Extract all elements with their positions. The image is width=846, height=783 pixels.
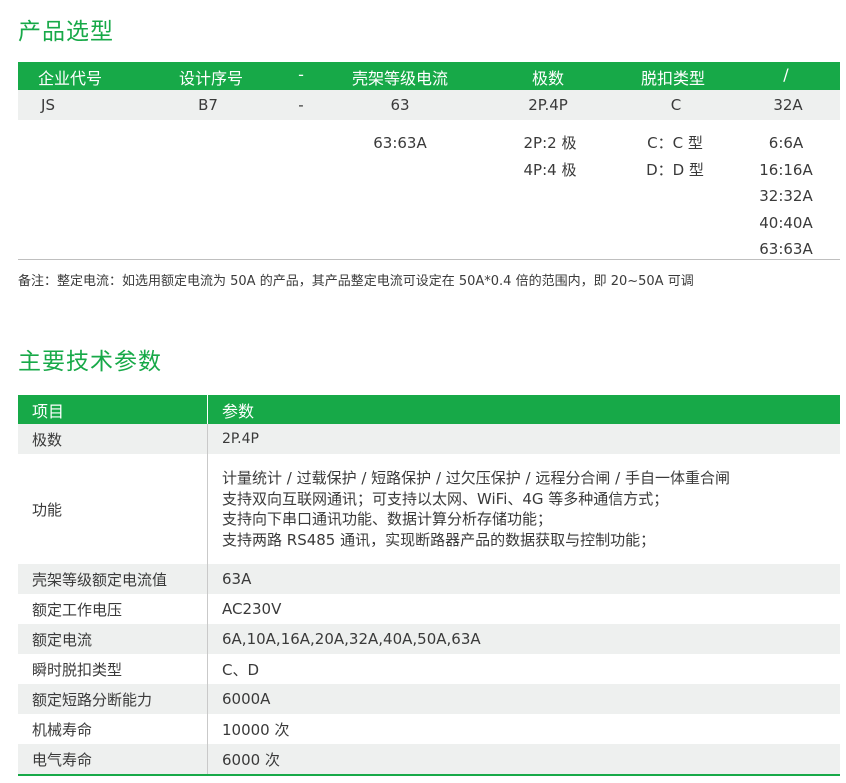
spec-row-trip-type: 瞬时脱扣类型 C、D (18, 654, 840, 684)
spec-header-param: 参数 (222, 401, 255, 421)
spec-value: 6000 次 (222, 750, 280, 769)
spec-item: 额定工作电压 (18, 594, 208, 624)
spec-row-mechanical-life: 机械寿命 10000 次 (18, 714, 840, 744)
function-line: 计量统计 / 过载保护 / 短路保护 / 过欠压保护 / 远程分合闸 / 手自一… (222, 469, 730, 487)
header-dash: - (298, 65, 304, 84)
selection-example-row: JS B7 - 63 2P.4P C 32A (18, 90, 840, 120)
spec-item: 机械寿命 (18, 714, 208, 744)
example-trip-type: C (670, 96, 682, 114)
selection-options: 63:63A 2P:2 极 4P:4 极 C：C 型 D：D 型 6:6A 16… (18, 120, 840, 258)
trip-type-options: C：C 型 D：D 型 (646, 130, 704, 183)
example-rated-current: 32A (773, 96, 803, 114)
spec-value: 6A,10A,16A,20A,32A,40A,50A,63A (222, 630, 481, 648)
selection-header-row: 企业代号 设计序号 - 壳架等级电流 极数 脱扣类型 / (18, 62, 840, 90)
spec-header-item: 项目 (18, 395, 208, 424)
spec-row-poles: 极数 2P.4P (18, 424, 840, 454)
spec-value: 10000 次 (222, 720, 290, 739)
spec-value: 2P.4P (222, 431, 259, 447)
spec-value: 63A (222, 570, 252, 588)
example-dash: - (298, 96, 304, 114)
header-slash: / (783, 65, 789, 84)
selection-note: 备注：整定电流：如选用额定电流为 50A 的产品，其产品整定电流可设定在 50A… (18, 274, 694, 289)
spec-row-rated-voltage: 额定工作电压 AC230V (18, 594, 840, 624)
frame-current-options: 63:63A (373, 130, 427, 157)
spec-item: 电气寿命 (18, 744, 208, 774)
example-company-code: JS (41, 96, 55, 114)
header-frame-current: 壳架等级电流 (351, 69, 449, 88)
option-item: 63:63A (373, 134, 427, 152)
option-item: 40:40A (759, 213, 813, 232)
option-item: 16:16A (759, 160, 813, 179)
spec-value: C、D (222, 660, 260, 679)
poles-options: 2P:2 极 4P:4 极 (524, 130, 577, 183)
spec-row-breaking-capacity: 额定短路分断能力 6000A (18, 684, 840, 714)
example-poles: 2P.4P (528, 96, 568, 114)
section-title-selection: 产品选型 (18, 19, 114, 45)
function-line: 支持双向互联网通讯；可支持以太网、WiFi、4G 等多种通信方式； (222, 489, 669, 508)
spec-item: 瞬时脱扣类型 (18, 654, 208, 684)
header-company-code: 企业代号 (37, 69, 103, 88)
spec-row-frame-current: 壳架等级额定电流值 63A (18, 564, 840, 594)
spec-value-lines: 计量统计 / 过载保护 / 短路保护 / 过欠压保护 / 远程分合闸 / 手自一… (208, 454, 840, 564)
divider (18, 259, 840, 260)
spec-value: AC230V (222, 600, 282, 618)
section-title-specs: 主要技术参数 (18, 349, 162, 375)
spec-item: 极数 (18, 424, 208, 454)
option-item: D：D 型 (646, 160, 704, 179)
spec-row-function: 功能 计量统计 / 过载保护 / 短路保护 / 过欠压保护 / 远程分合闸 / … (18, 454, 840, 564)
option-item: 32:32A (759, 187, 813, 205)
spec-value: 6000A (222, 690, 271, 708)
option-item: C：C 型 (647, 134, 703, 152)
spec-item: 额定电流 (18, 624, 208, 654)
header-trip-type: 脱扣类型 (640, 69, 706, 88)
example-frame-current: 63 (390, 96, 410, 114)
rated-current-options: 6:6A 16:16A 32:32A 40:40A 63:63A (759, 130, 813, 263)
spec-header-row: 项目 参数 (18, 395, 840, 424)
example-design-number: B7 (198, 96, 218, 114)
function-line: 支持两路 RS485 通讯，实现断路器产品的数据获取与控制功能； (222, 530, 656, 549)
spec-table: 项目 参数 极数 2P.4P 功能 计量统计 / 过载保护 / 短路保护 / 过… (18, 395, 840, 776)
function-line: 支持向下串口通讯功能、数据计算分析存储功能； (222, 510, 553, 528)
header-design-number: 设计序号 (178, 69, 244, 88)
spec-item: 功能 (18, 454, 208, 564)
option-item: 4P:4 极 (523, 160, 577, 179)
spec-row-rated-current: 额定电流 6A,10A,16A,20A,32A,40A,50A,63A (18, 624, 840, 654)
spec-item: 壳架等级额定电流值 (18, 564, 208, 594)
option-item: 6:6A (768, 134, 804, 152)
spec-row-electrical-life: 电气寿命 6000 次 (18, 744, 840, 774)
option-item: 2P:2 极 (523, 134, 577, 152)
spec-bottom-rule (18, 774, 840, 776)
spec-item: 额定短路分断能力 (18, 684, 208, 714)
header-poles: 极数 (531, 69, 565, 88)
